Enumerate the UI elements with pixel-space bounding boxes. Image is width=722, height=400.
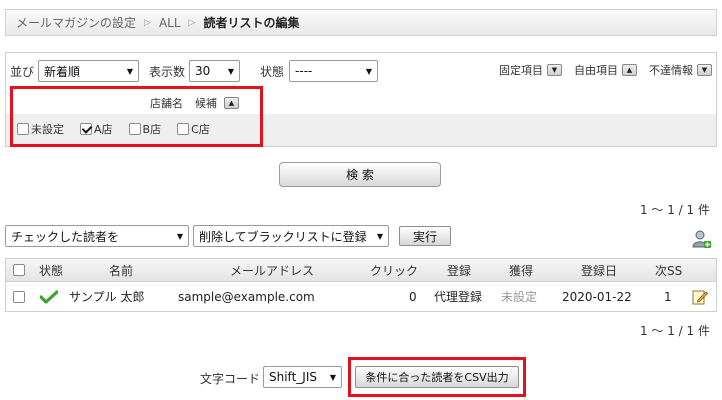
status-select-value: ---- xyxy=(295,64,313,78)
column-toggle-group: 固定項目 ▼ 自由項目 ▲ 不達情報 ▼ xyxy=(499,62,712,78)
invalid-info-label: 不達情報 xyxy=(649,64,693,77)
add-user-icon[interactable] xyxy=(692,229,712,249)
header-acquisition: 獲得 xyxy=(509,263,534,278)
status-label: 状態 xyxy=(260,64,285,79)
page-size-label: 表示数 xyxy=(149,64,186,79)
header-click: クリック xyxy=(370,263,419,278)
header-name: 名前 xyxy=(109,263,134,278)
shop-filter-highlight xyxy=(10,86,263,147)
row-registration: 代理登録 xyxy=(434,290,483,304)
row-next-ss: 1 xyxy=(664,289,672,304)
free-items-label: 自由項目 xyxy=(574,64,618,77)
breadcrumb-item-all[interactable]: ALL xyxy=(159,16,181,30)
search-button[interactable]: 検 索 xyxy=(279,162,441,187)
table-row: サンプル 太郎 sample@example.com 0 代理登録 未設定 20… xyxy=(5,282,717,312)
charset-select-value: Shift_JIS xyxy=(269,370,317,384)
sort-select[interactable]: 新着順 ▼ xyxy=(38,60,140,82)
edit-icon[interactable] xyxy=(692,282,708,311)
operation-select[interactable]: 削除してブラックリストに登録 ▼ xyxy=(193,225,389,247)
target-select-value: チェックした読者を xyxy=(11,229,120,244)
row-date: 2020-01-22 xyxy=(562,289,632,304)
invalid-info-expand-icon[interactable]: ▼ xyxy=(697,64,712,76)
chevron-down-icon: ▼ xyxy=(376,231,383,241)
chevron-down-icon: ▼ xyxy=(329,372,336,382)
select-all-checkbox[interactable] xyxy=(13,264,25,276)
header-date: 登録日 xyxy=(581,263,618,278)
reader-table: 状態 名前 メールアドレス クリック 登録 獲得 登録日 次SS サンプル 太郎… xyxy=(5,258,717,312)
filter-row: 並び 新着順 ▼ 表示数 30 ▼ 状態 ---- ▼ xyxy=(10,59,379,83)
charset-select[interactable]: Shift_JIS ▼ xyxy=(263,366,342,388)
free-items-collapse-icon[interactable]: ▲ xyxy=(622,64,637,76)
row-checkbox[interactable] xyxy=(13,290,25,303)
header-next-ss: 次SS xyxy=(655,263,683,278)
result-count-bottom: 1 〜 1 / 1 件 xyxy=(639,324,710,338)
target-select[interactable]: チェックした読者を ▼ xyxy=(5,225,189,247)
sort-select-value: 新着順 xyxy=(44,64,81,79)
chevron-down-icon: ▼ xyxy=(227,66,235,76)
charset-label: 文字コード xyxy=(200,372,261,386)
chevron-down-icon: ▼ xyxy=(176,231,183,241)
operation-select-value: 削除してブラックリストに登録 xyxy=(199,229,367,244)
breadcrumb-separator-icon: ▷ xyxy=(188,17,196,28)
header-registration: 登録 xyxy=(447,263,472,278)
row-name[interactable]: サンプル 太郎 xyxy=(69,282,144,311)
status-check-icon xyxy=(40,282,58,311)
breadcrumb-item-current: 読者リストの編集 xyxy=(203,16,300,30)
row-email: sample@example.com xyxy=(178,289,315,304)
breadcrumb: メールマガジンの設定 ▷ ALL ▷ 読者リストの編集 xyxy=(5,9,717,36)
row-acquisition: 未設定 xyxy=(501,290,538,304)
csv-export-button[interactable]: 条件に合った読者をCSV出力 xyxy=(355,366,519,388)
breadcrumb-separator-icon: ▷ xyxy=(144,17,151,28)
header-email: メールアドレス xyxy=(230,263,315,278)
run-button[interactable]: 実行 xyxy=(399,226,451,246)
chevron-down-icon: ▼ xyxy=(126,66,134,76)
fixed-items-label: 固定項目 xyxy=(499,64,543,77)
chevron-down-icon: ▼ xyxy=(365,66,373,76)
result-count-top: 1 〜 1 / 1 件 xyxy=(639,203,710,217)
page-size-select[interactable]: 30 ▼ xyxy=(189,60,241,82)
table-header: 状態 名前 メールアドレス クリック 登録 獲得 登録日 次SS xyxy=(5,258,717,282)
fixed-items-expand-icon[interactable]: ▼ xyxy=(547,64,562,76)
page-size-select-value: 30 xyxy=(195,64,211,78)
header-status: 状態 xyxy=(39,263,64,278)
breadcrumb-item-mailmag[interactable]: メールマガジンの設定 xyxy=(16,14,136,31)
bulk-action-row: チェックした読者を ▼ 削除してブラックリストに登録 ▼ 実行 xyxy=(5,225,451,247)
row-click: 0 xyxy=(409,289,417,304)
sort-label: 並び xyxy=(10,64,35,79)
status-select[interactable]: ---- ▼ xyxy=(289,60,379,82)
